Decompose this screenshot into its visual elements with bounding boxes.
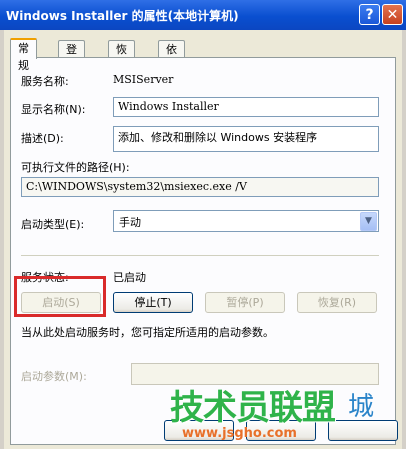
title-bar[interactable]: Windows Installer 的属性(本地计算机) ? ✕ — [0, 0, 406, 30]
tab-dependencies[interactable]: 依存关系 — [158, 40, 185, 107]
exe-path-field: C:\WINDOWS\system32\msiexec.exe /V — [21, 177, 379, 197]
chevron-down-icon[interactable]: ▼ — [360, 212, 377, 231]
tab-general[interactable]: 常规 — [10, 38, 37, 72]
tab-recovery[interactable]: 恢复 — [108, 40, 135, 73]
startup-type-value: 手动 — [119, 216, 141, 229]
watermark-url: www.jsgho.com — [182, 426, 297, 441]
description-label: 描述(D): — [21, 132, 64, 145]
tab-logon[interactable]: 登录 — [58, 40, 85, 73]
service-name-label: 服务名称: — [21, 75, 69, 88]
service-name-value: MSIServer — [113, 73, 174, 86]
resume-button[interactable]: 恢复(R) — [297, 292, 377, 313]
watermark-text: 技术员联盟 — [170, 388, 336, 428]
startup-type-select[interactable]: 手动 ▼ — [113, 210, 379, 232]
stop-button[interactable]: 停止(T) — [113, 292, 193, 313]
watermark-tail: 城 — [348, 392, 375, 422]
display-name-label: 显示名称(N): — [21, 103, 86, 116]
help-button[interactable]: ? — [359, 4, 380, 25]
display-name-field[interactable]: Windows Installer — [113, 97, 379, 117]
close-button[interactable]: ✕ — [382, 4, 403, 25]
exe-path-label: 可执行文件的路径(H): — [21, 161, 130, 174]
pause-button[interactable]: 暂停(P) — [205, 292, 285, 313]
start-hint-text: 当从此处启动服务时，您可指定所适用的启动参数。 — [21, 326, 274, 339]
description-field[interactable]: 添加、修改和删除以 Windows 安装程序 — [113, 126, 379, 152]
start-params-label: 启动参数(M): — [21, 370, 87, 383]
service-status-value: 已启动 — [113, 271, 146, 284]
apply-button[interactable] — [328, 420, 398, 441]
section-divider — [21, 255, 379, 256]
window-title: Windows Installer 的属性(本地计算机) — [6, 9, 239, 23]
start-button-highlight — [14, 276, 106, 317]
startup-type-label: 启动类型(E): — [21, 218, 85, 231]
